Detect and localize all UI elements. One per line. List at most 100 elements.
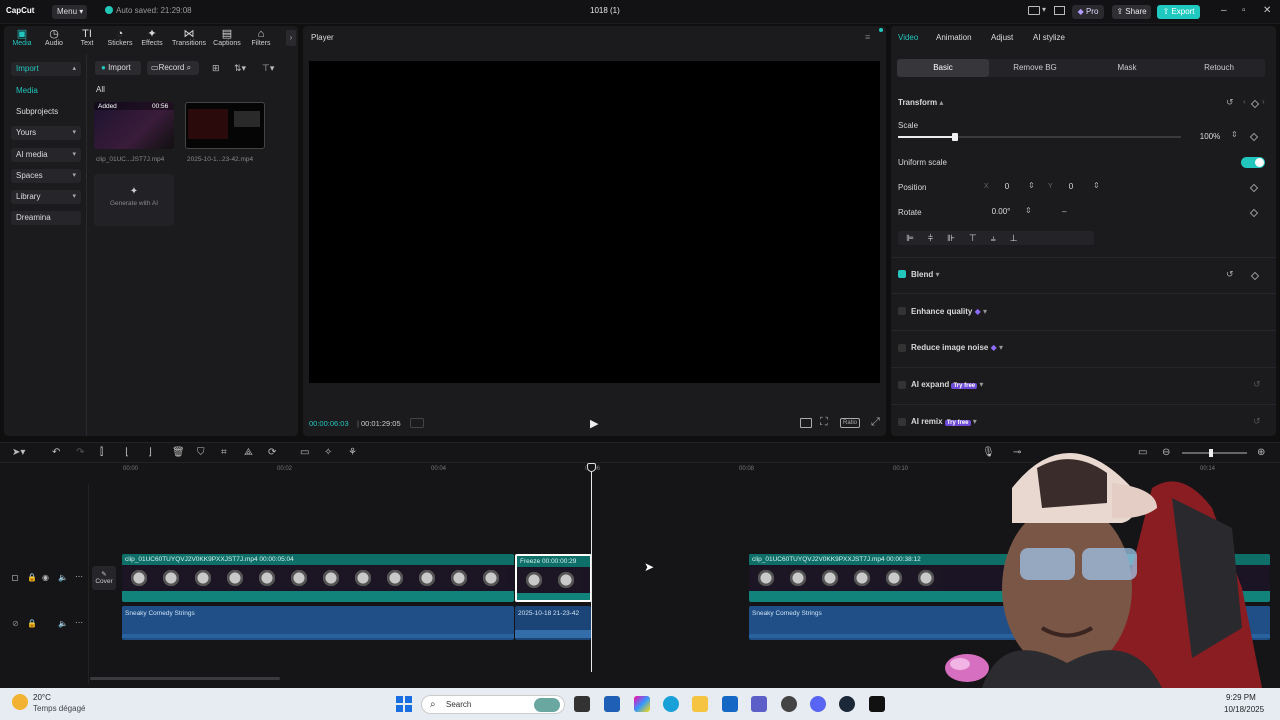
flip-button[interactable]: – [1062,207,1066,216]
task-view-icon[interactable] [574,696,590,712]
sidebar-item-subprojects[interactable]: Subprojects [11,105,81,119]
select-tool-icon[interactable]: ➤▾ [12,447,25,458]
outlook-icon[interactable] [722,696,738,712]
next-keyframe-icon[interactable]: › [1262,97,1265,106]
layout-icon[interactable] [1028,6,1040,15]
stepper-icon[interactable]: ⇕ [1093,181,1100,190]
generate-ai-card[interactable]: ✦ Generate with AI [94,174,174,226]
sidebar-item-ai-media[interactable]: AI media ▾ [11,148,81,162]
maximize-icon[interactable]: ▫ [1242,5,1246,16]
tool-media[interactable]: ▣ Media [6,28,38,47]
chevron-down-icon[interactable]: ▾ [1042,5,1046,14]
ai-expand-section[interactable]: AI expand Try free ▾ [911,380,983,389]
speaker-icon[interactable]: 🔈 [58,573,68,582]
audio-clip[interactable]: Sneaky Comedy Strings [122,606,514,640]
weather-temp[interactable]: 20°C [33,693,51,702]
filter-icon[interactable]: ⊤▾ [262,63,274,74]
minimize-icon[interactable]: – [1221,5,1227,16]
weather-desc[interactable]: Temps dégagé [33,704,85,713]
smart-icon[interactable]: ⚘ [348,447,357,458]
blend-checkbox[interactable] [898,270,906,278]
discord-icon[interactable] [810,696,826,712]
align-bottom-icon[interactable]: ⊥ [1010,233,1018,244]
eye-icon[interactable]: ◉ [42,573,49,582]
rotate-input[interactable]: 0.00° [985,205,1017,219]
split-icon[interactable]: ⫿ [100,447,103,458]
tool-stickers[interactable]: ◔ Stickers [104,28,136,47]
split-right-icon[interactable]: ⌋ [148,447,152,458]
stepper-icon[interactable]: ⇕ [1231,130,1238,139]
snapshot-icon[interactable]: ⛶ [820,416,828,429]
pos-y-input[interactable]: 0 [1058,180,1084,194]
timeline-scrollbar[interactable] [90,677,280,680]
uniform-scale-toggle[interactable] [1241,157,1265,168]
speaker-icon[interactable]: 🔈 [58,619,68,628]
clock-date[interactable]: 10/18/2025 [1224,705,1264,714]
share-button[interactable]: ⇪ Share [1112,5,1151,19]
shortcuts-icon[interactable] [1054,6,1065,15]
redo-icon[interactable]: ↷ [76,447,84,458]
subtab-basic[interactable]: Basic [897,59,989,77]
prev-keyframe-icon[interactable]: ‹ [1243,97,1246,106]
enhance-section[interactable]: Enhance quality ◆ ▾ [911,307,987,316]
clock-time[interactable]: 9:29 PM [1226,693,1256,702]
timecode-icon[interactable] [410,418,424,428]
close-icon[interactable]: ✕ [1263,5,1271,16]
sidebar-item-import[interactable]: Import ▴ [11,62,81,76]
capcut-icon[interactable] [869,696,885,712]
ai-expand-checkbox[interactable] [898,381,906,389]
audio-track-icon[interactable]: ⊘ [12,619,19,628]
marker-icon[interactable]: ⛉ [197,447,205,458]
more-icon[interactable]: ⋯ [75,618,83,627]
scale-value[interactable]: 100% [1190,130,1230,144]
enhance-checkbox[interactable] [898,307,906,315]
ai-remix-section[interactable]: AI remix Try free ▾ [911,417,977,426]
sidebar-item-spaces[interactable]: Spaces ▾ [11,169,81,183]
media-thumbnail[interactable]: Added 00:56 [94,102,174,149]
windows-start-icon[interactable] [396,696,412,712]
crop-icon[interactable]: ⌗ [221,447,227,458]
file-explorer-icon[interactable] [692,696,708,712]
export-button[interactable]: ⇧ Export [1157,5,1200,19]
media-thumbnail[interactable] [185,102,265,149]
sort-icon[interactable]: ⇅▾ [234,63,246,74]
align-left-icon[interactable]: ⊫ [906,233,914,244]
more-icon[interactable]: ⋯ [75,572,83,581]
freeze-icon[interactable]: ▭ [300,447,309,458]
split-left-icon[interactable]: ⌊ [125,447,129,458]
fullscreen-icon[interactable]: ⤢ [871,416,880,429]
tab-ai-stylize[interactable]: AI stylize [1033,33,1065,42]
grid-view-icon[interactable]: ⊞ [212,63,220,74]
tool-text[interactable]: TI Text [71,28,103,47]
video-clip[interactable]: clip_01UC60TUYQVJ2V0KK9PXXJST7J.mp4 00:0… [122,554,514,602]
align-top-icon[interactable]: ⊤ [969,233,977,244]
tool-filters[interactable]: ⌂ Filters [245,28,277,47]
rotate-icon[interactable]: ⟳ [268,447,276,458]
play-icon[interactable]: ▶ [590,417,598,430]
tool-captions[interactable]: ▤ Captions [211,28,243,47]
playhead-handle[interactable] [587,463,596,472]
stepper-icon[interactable]: ⇕ [1025,206,1032,215]
subtab-mask[interactable]: Mask [1081,59,1173,77]
subtab-retouch[interactable]: Retouch [1173,59,1265,77]
reset-icon[interactable]: ↺ [1253,379,1261,390]
chevron-right-icon[interactable]: › [286,30,296,46]
noise-section[interactable]: Reduce image noise ◆ ▾ [911,343,1003,352]
project-title[interactable]: 1018 (1) [590,6,620,15]
teams-icon[interactable] [751,696,767,712]
weather-icon[interactable] [12,694,28,710]
import-button[interactable]: ● Import [95,61,141,75]
sidebar-item-yours[interactable]: Yours ▾ [11,126,81,140]
pro-button[interactable]: ◆ Pro [1072,5,1104,19]
subtab-remove-bg[interactable]: Remove BG [989,59,1081,77]
ai-remix-checkbox[interactable] [898,418,906,426]
align-middle-icon[interactable]: ⫨ [991,233,996,244]
tool-transitions[interactable]: ⋈ Transitions [171,28,207,47]
sidebar-item-dreamina[interactable]: Dreamina [11,211,81,225]
store-icon[interactable] [604,696,620,712]
app-icon[interactable] [781,696,797,712]
tool-audio[interactable]: ◷ Audio [38,28,70,47]
copilot-icon[interactable] [634,696,650,712]
blend-section[interactable]: Blend ▾ [911,270,939,279]
ratio-button[interactable]: Ratio [840,418,860,428]
